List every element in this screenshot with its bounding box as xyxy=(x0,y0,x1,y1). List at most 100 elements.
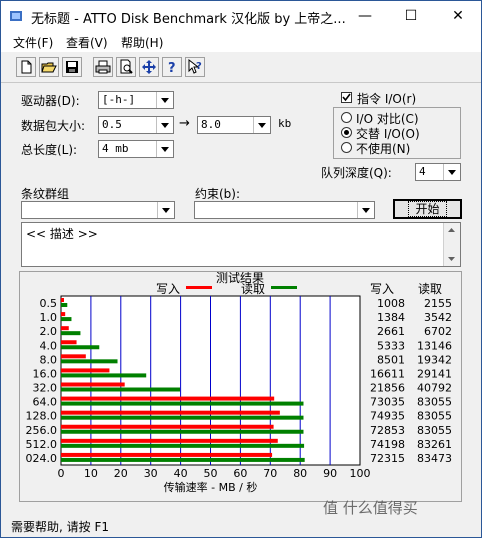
chevron-down-icon[interactable] xyxy=(253,117,270,133)
read-bar xyxy=(61,373,147,378)
category-label: 1.0 xyxy=(40,311,58,324)
description-scrollbar[interactable] xyxy=(443,223,460,266)
legend-write-swatch xyxy=(186,286,212,289)
io-compare-radio[interactable] xyxy=(341,112,352,123)
total-length-select[interactable]: 4 mb xyxy=(98,140,174,158)
chevron-down-icon[interactable] xyxy=(157,202,174,218)
read-value: 6702 xyxy=(424,325,452,338)
description-box[interactable]: << 描述 >> xyxy=(21,222,461,267)
start-button[interactable]: 开始 xyxy=(393,199,462,219)
legend-read-swatch xyxy=(271,286,297,289)
category-label: 16.0 xyxy=(33,367,58,380)
app-window: 无标题 - ATTO Disk Benchmark 汉化版 by 上帝之... … xyxy=(0,0,482,538)
read-value: 3542 xyxy=(424,311,452,324)
stripe-label: 条纹群组 xyxy=(21,187,70,201)
toolbar: ? ? xyxy=(1,52,481,83)
window-title: 无标题 - ATTO Disk Benchmark 汉化版 by 上帝之... xyxy=(31,12,346,27)
overlap-io-radio[interactable] xyxy=(341,127,352,138)
x-tick-label: 10 xyxy=(84,467,98,480)
read-value: 83055 xyxy=(417,396,452,409)
write-value: 72853 xyxy=(370,424,405,437)
write-value: 16611 xyxy=(370,367,405,380)
packet-from-select[interactable]: 0.5 xyxy=(98,116,174,134)
read-bar xyxy=(61,457,305,462)
read-bar xyxy=(61,401,304,406)
minimize-button[interactable]: — xyxy=(342,1,388,32)
results-frame: 测试结果 写入 读取 写入 读取 0 10 20 30 40 50 60 70 80 90 100 传输速率 -… xyxy=(19,271,462,502)
write-bar xyxy=(61,452,273,457)
save-icon[interactable] xyxy=(62,57,82,77)
packet-to-select[interactable]: 8.0 xyxy=(197,116,271,134)
menu-help[interactable]: 帮助(H) xyxy=(121,34,163,51)
queue-depth-label: 队列深度(Q): xyxy=(321,166,392,180)
read-value: 83055 xyxy=(417,424,452,437)
status-text: 需要帮助, 请按 F1 xyxy=(11,520,109,534)
write-bar xyxy=(61,326,69,331)
neither-radio[interactable] xyxy=(341,142,352,153)
packet-unit: kb xyxy=(278,117,292,130)
print-icon[interactable] xyxy=(93,57,113,77)
app-icon xyxy=(10,11,22,21)
read-value: 83261 xyxy=(417,438,452,451)
write-value: 2661 xyxy=(377,325,405,338)
read-bar xyxy=(61,303,68,307)
write-value: 74935 xyxy=(370,410,405,423)
read-bar xyxy=(61,359,118,364)
legend-write-label: 写入 xyxy=(156,282,180,296)
total-length-label: 总长度(L): xyxy=(21,143,78,157)
write-bar xyxy=(61,354,86,359)
write-value: 21856 xyxy=(370,382,405,395)
category-label: 512.0 xyxy=(26,438,58,451)
title-bar[interactable]: 无标题 - ATTO Disk Benchmark 汉化版 by 上帝之... … xyxy=(1,1,481,32)
arrow-icon: → xyxy=(179,116,190,131)
x-tick-label: 60 xyxy=(233,467,247,480)
drive-label: 驱动器(D): xyxy=(21,94,80,108)
menu-view[interactable]: 查看(V) xyxy=(66,34,108,51)
packet-size-label: 数据包大小: xyxy=(21,119,86,133)
x-tick-label: 40 xyxy=(174,467,188,480)
write-bar xyxy=(61,438,278,443)
category-label: 8.0 xyxy=(40,353,58,366)
write-bar xyxy=(61,368,110,373)
direct-io-label: 指令 I/O(r) xyxy=(357,92,417,106)
chevron-down-icon[interactable] xyxy=(156,92,173,108)
start-button-label: 开始 xyxy=(408,201,447,217)
queue-depth-select[interactable]: 4 xyxy=(415,163,461,181)
chevron-down-icon[interactable] xyxy=(443,164,460,180)
write-bar xyxy=(61,298,64,302)
stripe-select[interactable] xyxy=(21,201,175,219)
category-label: 128.0 xyxy=(26,410,58,423)
write-value: 5333 xyxy=(377,339,405,352)
drive-select[interactable]: [-h-] xyxy=(98,91,174,109)
write-value: 1384 xyxy=(377,311,405,324)
x-axis-title: 传输速率 - MB / 秒 xyxy=(164,480,258,494)
chevron-down-icon[interactable] xyxy=(357,202,374,218)
maximize-button[interactable]: ☐ xyxy=(388,1,434,32)
context-help-icon[interactable]: ? xyxy=(185,57,205,77)
menu-file[interactable]: 文件(F) xyxy=(13,34,53,51)
results-chart: 测试结果写入 读取 写入 读取0 10 20 30 40 50 60 70 80 90 100传输速率 -… xyxy=(26,272,453,494)
chevron-down-icon[interactable] xyxy=(156,141,173,157)
x-tick-label: 50 xyxy=(204,467,218,480)
write-bar xyxy=(61,312,66,317)
open-icon[interactable] xyxy=(39,57,59,77)
write-value: 74198 xyxy=(370,438,405,451)
category-label: 32.0 xyxy=(33,382,58,395)
constraint-select[interactable] xyxy=(194,201,375,219)
direct-io-checkbox[interactable] xyxy=(341,92,352,103)
read-value: 29141 xyxy=(417,367,452,380)
read-value: 83055 xyxy=(417,410,452,423)
read-value: 13146 xyxy=(417,339,452,352)
x-tick-label: 90 xyxy=(323,467,337,480)
close-button[interactable]: ✕ xyxy=(435,1,481,32)
print-preview-icon[interactable] xyxy=(116,57,136,77)
x-tick-label: 80 xyxy=(293,467,307,480)
read-value: 19342 xyxy=(417,353,452,366)
chevron-down-icon[interactable] xyxy=(156,117,173,133)
write-value: 1008 xyxy=(377,297,405,310)
help-icon[interactable]: ? xyxy=(162,57,182,77)
move-icon[interactable] xyxy=(139,57,159,77)
category-label: 4.0 xyxy=(40,339,58,352)
new-icon[interactable] xyxy=(16,57,36,77)
write-value: 72315 xyxy=(370,452,405,465)
